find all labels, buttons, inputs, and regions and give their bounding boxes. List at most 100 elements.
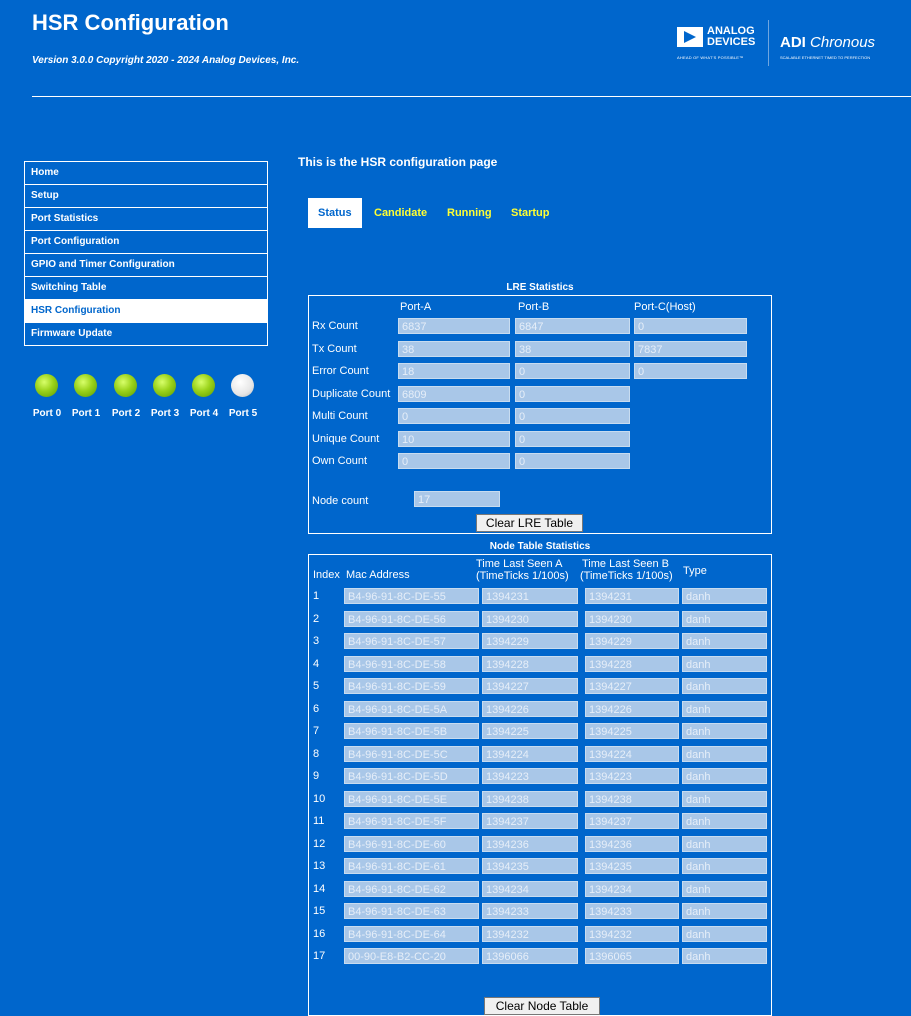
node-time-b-field: 1394237	[585, 813, 679, 829]
sidebar-item-switching-table[interactable]: Switching Table	[25, 277, 267, 300]
node-time-b-field: 1394225	[585, 723, 679, 739]
node-time-a-field: 1394227	[482, 678, 578, 694]
node-time-b-field: 1394234	[585, 880, 679, 897]
lre-port-b-value: 0	[515, 363, 630, 379]
node-type-field: danh	[682, 925, 767, 942]
adi-chronous-logo: ADI Chronous	[780, 34, 875, 51]
node-row-index: 5	[313, 680, 320, 692]
node-mac-field: B4-96-91-8C-DE-55	[344, 588, 479, 604]
node-time-b-field: 1394235	[585, 858, 679, 874]
node-mac-field: B4-96-91-8C-DE-60	[344, 835, 479, 852]
tab-candidate[interactable]: Candidate	[374, 198, 427, 228]
node-col-time-b-2: (TimeTicks 1/100s)	[580, 570, 673, 582]
lre-port-a-value: 6837	[398, 318, 510, 334]
node-row-index: 14	[313, 882, 326, 895]
node-type-field: danh	[682, 790, 767, 807]
node-type-field: danh	[682, 948, 767, 964]
tab-startup[interactable]: Startup	[511, 198, 550, 228]
lre-port-b-value: 38	[515, 340, 630, 357]
sidebar-item-hsr-configuration[interactable]: HSR Configuration	[25, 300, 267, 323]
node-count-field: 17	[414, 491, 500, 507]
node-row-index: 12	[313, 837, 326, 850]
port-1-led-icon	[74, 374, 97, 397]
lre-port-b-value: 6847	[515, 318, 630, 334]
node-mac-field: B4-96-91-8C-DE-61	[344, 858, 479, 874]
sidebar-item-firmware-update[interactable]: Firmware Update	[25, 323, 267, 345]
logo-separator	[768, 20, 769, 66]
node-type-field: danh	[682, 700, 767, 717]
node-time-a-field: 1394235	[482, 858, 578, 874]
lre-row-label: Own Count	[312, 455, 368, 467]
node-type-field: danh	[682, 655, 767, 672]
node-table-box: Index Mac Address Time Last Seen A (TimeTic…	[308, 554, 772, 1016]
node-time-b-field: 1394238	[585, 790, 679, 807]
port-5-led-icon	[231, 374, 254, 397]
page-title: HSR Configuration	[32, 10, 229, 35]
node-type-field: danh	[682, 835, 767, 852]
node-time-a-field: 1394226	[482, 700, 578, 717]
node-count-label: Node count	[312, 495, 369, 507]
sidebar-item-port-configuration[interactable]: Port Configuration	[25, 231, 267, 254]
tab-status[interactable]: Status	[308, 198, 362, 228]
node-row-index: 15	[313, 905, 326, 917]
node-table-title: Node Table Statistics	[489, 541, 591, 552]
sidebar-item-port-statistics[interactable]: Port Statistics	[25, 208, 267, 231]
node-time-b-field: 1394227	[585, 678, 679, 694]
lre-port-c-value: 7837	[634, 340, 747, 357]
node-time-b-field: 1394233	[585, 903, 679, 919]
node-time-a-field: 1394223	[482, 768, 578, 784]
node-row-index: 7	[313, 725, 320, 737]
node-row-index: 2	[313, 612, 320, 625]
node-mac-field: B4-96-91-8C-DE-58	[344, 655, 479, 672]
lre-port-b-value: 0	[515, 408, 630, 424]
node-mac-field: B4-96-91-8C-DE-63	[344, 903, 479, 919]
node-mac-field: B4-96-91-8C-DE-5C	[344, 745, 479, 762]
lre-port-a-value: 10	[398, 430, 510, 447]
lre-col-port-a: Port-A	[400, 301, 432, 313]
node-row-index: 4	[313, 657, 320, 670]
node-mac-field: B4-96-91-8C-DE-64	[344, 925, 479, 942]
analog-devices-triangle-icon	[677, 27, 703, 47]
node-row-index: 10	[313, 792, 326, 805]
node-type-field: danh	[682, 723, 767, 739]
lre-port-c-value: 0	[634, 363, 747, 379]
lre-port-b-value: 0	[515, 385, 630, 402]
lre-port-a-value: 6809	[398, 385, 510, 402]
node-time-b-field: 1394230	[585, 610, 679, 627]
sidebar-item-setup[interactable]: Setup	[25, 185, 267, 208]
clear-node-table-button[interactable]: Clear Node Table	[484, 997, 600, 1015]
node-time-a-field: 1394233	[482, 903, 578, 919]
node-time-b-field: 1394223	[585, 768, 679, 784]
node-time-b-field: 1394226	[585, 700, 679, 717]
tab-running[interactable]: Running	[447, 198, 492, 228]
node-mac-field: B4-96-91-8C-DE-56	[344, 610, 479, 627]
node-time-a-field: 1394238	[482, 790, 578, 807]
lre-port-a-value: 38	[398, 340, 510, 357]
node-time-a-field: 1394231	[482, 588, 578, 604]
node-time-a-field: 1394236	[482, 835, 578, 852]
node-mac-field: B4-96-91-8C-DE-5F	[344, 813, 479, 829]
sidebar-nav: Home Setup Port Statistics Port Configurati…	[24, 161, 268, 346]
lre-port-c-value: 0	[634, 318, 747, 334]
node-time-a-field: 1394228	[482, 655, 578, 672]
sidebar-item-gpio-and-timer-configuration[interactable]: GPIO and Timer Configuration	[25, 254, 267, 277]
version-text: Version 3.0.0 Copyright 2020 - 2024 Anal…	[32, 55, 300, 66]
lre-row-label: Error Count	[312, 365, 369, 377]
lre-row-label: Rx Count	[312, 320, 358, 332]
lre-statistics-box: Port-A Port-B Port-C(Host) Rx Count 6837 6847…	[308, 295, 772, 534]
lre-port-b-value: 0	[515, 430, 630, 447]
node-type-field: danh	[682, 858, 767, 874]
node-time-b-field: 1394228	[585, 655, 679, 672]
lre-port-a-value: 0	[398, 408, 510, 424]
node-time-b-field: 1396065	[585, 948, 679, 964]
node-mac-field: B4-96-91-8C-DE-57	[344, 633, 479, 649]
node-time-b-field: 1394224	[585, 745, 679, 762]
clear-lre-table-button[interactable]: Clear LRE Table	[476, 514, 583, 532]
node-mac-field: B4-96-91-8C-DE-5A	[344, 700, 479, 717]
lre-row-label: Multi Count	[312, 410, 368, 422]
port-5-label: Port 5	[228, 408, 258, 419]
node-type-field: danh	[682, 768, 767, 784]
node-time-a-field: 1394232	[482, 925, 578, 942]
sidebar-item-home[interactable]: Home	[25, 162, 267, 185]
node-time-a-field: 1394229	[482, 633, 578, 649]
